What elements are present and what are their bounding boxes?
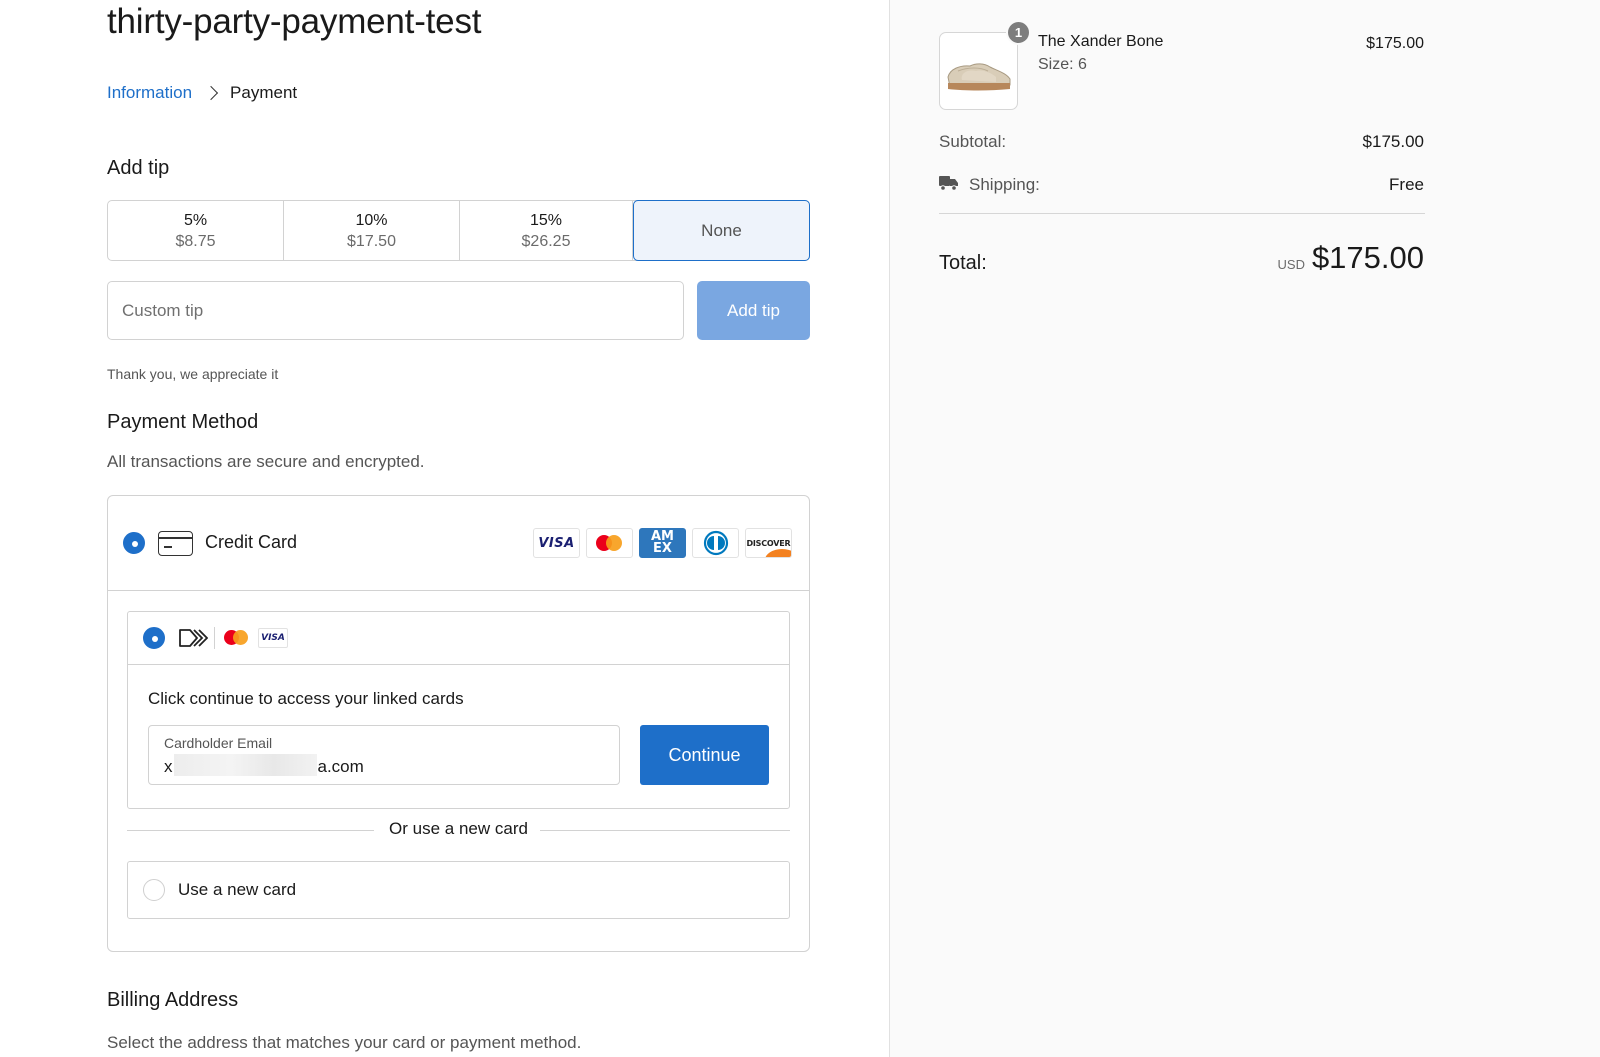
custom-tip-input[interactable] — [107, 281, 684, 340]
card-brand-logos: VISA AM EX DISCOVER — [533, 528, 792, 558]
breadcrumb-payment: Payment — [230, 83, 298, 102]
product-name: The Xander Bone — [1038, 33, 1164, 50]
tip-percent: 10% — [355, 211, 388, 229]
tip-options: 5% $8.75 10% $17.50 15% $26.25 None — [107, 200, 810, 261]
tip-percent: None — [701, 221, 742, 240]
tip-heading: Add tip — [107, 157, 170, 179]
total-label: Total: — [939, 252, 987, 274]
product-thumbnail — [939, 32, 1018, 110]
truck-icon — [939, 176, 958, 191]
amex-logo-icon: AM EX — [639, 528, 686, 558]
cardholder-email-field[interactable]: Cardholder Email x a.com — [148, 725, 620, 785]
checkout-main: thirty-party-payment-test Information Pa… — [0, 0, 889, 1057]
order-summary: 1 The Xander Bone Size: 6 $175.00 Subtot… — [889, 0, 1600, 1057]
credit-card-label: Credit Card — [205, 532, 298, 552]
shipping-value: Free — [1389, 175, 1424, 194]
breadcrumb-information-link[interactable]: Information — [107, 83, 192, 103]
or-use-new-card-text: Or use a new card — [389, 819, 528, 838]
store-title: thirty-party-payment-test — [107, 2, 482, 41]
tip-option-15[interactable]: 15% $26.25 — [460, 201, 633, 260]
summary-divider — [939, 213, 1425, 214]
use-new-card-radio[interactable] — [143, 879, 165, 901]
shoe-image — [947, 63, 1011, 91]
payment-method-box: Credit Card VISA AM EX DISCOVER VISA Cli… — [107, 495, 810, 952]
add-tip-button[interactable]: Add tip — [697, 281, 810, 340]
quantity-badge: 1 — [1006, 20, 1031, 45]
continue-button[interactable]: Continue — [640, 725, 769, 785]
click-to-pay-radio[interactable] — [143, 627, 165, 649]
click-to-pay-header[interactable]: VISA — [128, 612, 789, 665]
tip-thanks-text: Thank you, we appreciate it — [107, 366, 279, 382]
billing-subtext: Select the address that matches your car… — [107, 1033, 582, 1052]
tip-amount: $17.50 — [347, 232, 396, 250]
tip-option-5[interactable]: 5% $8.75 — [108, 201, 284, 260]
payment-subtext: All transactions are secure and encrypte… — [107, 452, 425, 471]
product-size: Size: 6 — [1038, 56, 1087, 73]
discover-logo-icon: DISCOVER — [745, 528, 792, 558]
tip-percent: 15% — [529, 211, 563, 229]
cardholder-email-label: Cardholder Email — [164, 735, 273, 751]
payment-heading: Payment Method — [107, 411, 259, 433]
tip-option-10[interactable]: 10% $17.50 — [284, 201, 460, 260]
tip-percent: 5% — [183, 211, 208, 229]
tip-amount: $26.25 — [521, 232, 571, 250]
currency-code: USD — [1277, 257, 1305, 272]
or-divider: Or use a new card — [127, 819, 790, 843]
use-new-card-label: Use a new card — [178, 880, 297, 899]
diners-logo-icon — [692, 528, 739, 558]
total-value: $175.00 — [1311, 240, 1424, 275]
breadcrumb: Information Payment — [107, 82, 297, 104]
chevron-right-icon — [203, 85, 219, 101]
visa-mini-icon: VISA — [258, 628, 288, 648]
subtotal-value: $175.00 — [1362, 132, 1424, 151]
credit-card-radio[interactable] — [123, 532, 145, 554]
cardholder-email-value: x a.com — [164, 754, 364, 777]
linked-cards-message: Click continue to access your linked car… — [148, 689, 464, 708]
logo-divider — [214, 627, 215, 649]
billing-heading: Billing Address — [107, 989, 239, 1011]
use-new-card-option[interactable]: Use a new card — [127, 861, 790, 919]
mastercard-mini-icon — [224, 630, 250, 646]
click-to-pay-icon — [179, 629, 208, 647]
credit-card-option[interactable]: Credit Card VISA AM EX DISCOVER — [108, 496, 809, 591]
checkout-page: thirty-party-payment-test Information Pa… — [0, 0, 1600, 1057]
product-price: $175.00 — [1366, 35, 1424, 52]
linked-cards-option: VISA Click continue to access your linke… — [127, 611, 790, 809]
visa-logo-icon: VISA — [533, 528, 580, 558]
shipping-label: Shipping: — [969, 175, 1040, 194]
credit-card-icon — [158, 531, 193, 556]
mastercard-logo-icon — [586, 528, 633, 558]
redacted-blur — [173, 754, 317, 776]
tip-option-none[interactable]: None — [633, 200, 810, 261]
subtotal-label: Subtotal: — [939, 132, 1007, 151]
tip-amount: $8.75 — [175, 232, 216, 250]
